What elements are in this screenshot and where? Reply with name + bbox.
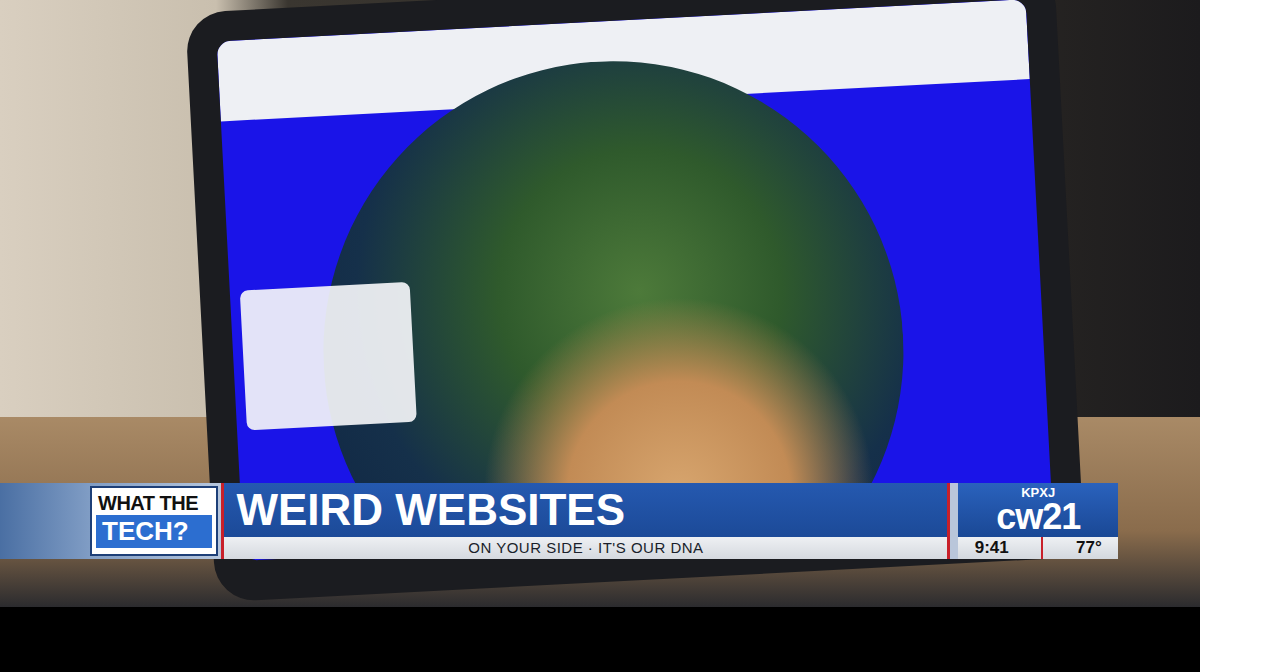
show-logo-line: TECH? — [96, 515, 212, 548]
tagline: ON YOUR SIDE · IT'S OUR DNA — [468, 537, 703, 559]
spacer — [950, 483, 958, 559]
show-logo-line: WHAT THE — [92, 488, 216, 515]
callsign: KPXJ — [1021, 483, 1055, 499]
show-logo: WHAT THETECH? — [90, 486, 218, 556]
player-panel — [240, 282, 417, 431]
lower-third: WHAT THETECH? WEIRD WEBSITES ON YOUR SIDE … — [0, 483, 1118, 559]
temperature: 77° — [1076, 537, 1102, 559]
letterbox-bar — [0, 607, 1200, 672]
weather-bar: 9:41 77° — [958, 537, 1118, 559]
separator — [1041, 537, 1043, 559]
headline: WEIRD WEBSITES — [236, 488, 625, 532]
clock: 9:41 — [975, 537, 1009, 559]
show-zone: WHAT THETECH? — [0, 483, 221, 559]
station-bug: KPXJcw219:41 77° — [958, 483, 1118, 559]
headline-bar: WEIRD WEBSITES — [224, 483, 947, 537]
tagline-bar: ON YOUR SIDE · IT'S OUR DNA — [224, 537, 947, 559]
station-logo: cw21 — [996, 499, 1080, 535]
tablet-screen — [217, 0, 1053, 561]
broadcast-frame: WHAT THETECH? WEIRD WEBSITES ON YOUR SIDE … — [0, 0, 1200, 672]
headline-zone: WEIRD WEBSITES ON YOUR SIDE · IT'S OUR DN… — [224, 483, 947, 559]
video-frame: WHAT THETECH? WEIRD WEBSITES ON YOUR SIDE … — [0, 0, 1200, 607]
station-logo-box: KPXJcw21 — [958, 483, 1118, 537]
